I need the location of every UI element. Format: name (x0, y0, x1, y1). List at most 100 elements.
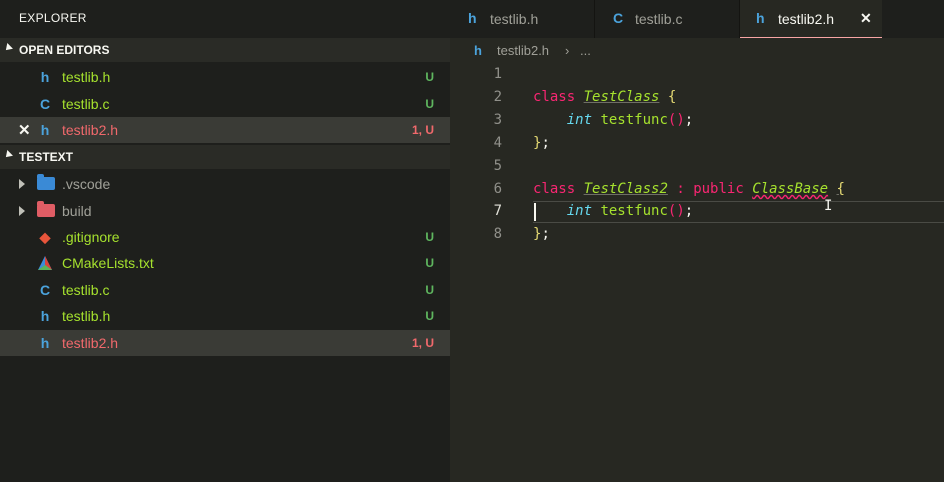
code-line: int testfunc(); (533, 112, 693, 128)
line-number: 6 (493, 181, 502, 197)
vscode-folder-icon (37, 174, 55, 190)
paren: () (667, 203, 685, 219)
access-specifier: public (693, 181, 744, 197)
file-item[interactable]: h testlib.h U (0, 303, 450, 329)
breadcrumb-symbols[interactable]: ... (580, 43, 591, 58)
cmake-icon (37, 255, 53, 271)
h-file-icon: h (40, 308, 50, 324)
close-icon[interactable]: ✕ (18, 121, 31, 139)
vscode-window: EXPLORER OPEN EDITORS h testlib.h U C te… (0, 0, 944, 482)
function-name: testfunc (600, 203, 668, 219)
problem-status-badge: 1, U (411, 336, 434, 350)
file-name: .gitignore (62, 229, 120, 245)
h-file-icon: h (756, 10, 765, 26)
folder-item[interactable]: .vscode (0, 171, 450, 197)
line-number: 3 (493, 112, 502, 128)
tab-label: testlib2.h (778, 11, 835, 27)
open-editors-header[interactable]: OPEN EDITORS (0, 38, 450, 62)
class-name: TestClass2 (583, 181, 668, 197)
open-editor-item[interactable]: C testlib.c U (0, 91, 450, 117)
keyword: class (533, 89, 576, 105)
file-item[interactable]: ◆ .gitignore U (0, 224, 450, 250)
h-file-icon: h (474, 43, 482, 58)
tab-testlib2-h[interactable]: h testlib2.h ✕ (740, 0, 882, 38)
tab-label: testlib.c (635, 11, 683, 27)
text-cursor (534, 203, 536, 221)
open-editor-item-active[interactable]: ✕ h testlib2.h 1, U (0, 117, 450, 143)
c-file-icon: C (39, 96, 51, 112)
breadcrumb: h testlib2.h › ... (450, 38, 944, 64)
code-line: class TestClass2 : public ClassBase { (533, 181, 845, 197)
expanded-chevron-icon (3, 150, 13, 160)
explorer-sidebar: EXPLORER OPEN EDITORS h testlib.h U C te… (0, 0, 450, 482)
h-file-icon: h (40, 122, 50, 138)
type: int (566, 112, 593, 128)
git-status-badge: U (425, 256, 434, 270)
file-name: testlib2.h (62, 122, 119, 138)
git-status-badge: U (425, 97, 434, 111)
workspace-folder-label: TESTEXT (19, 150, 74, 164)
function-name: testfunc (600, 112, 668, 128)
semicolon: ; (684, 112, 694, 128)
tab-label: testlib.h (490, 11, 539, 27)
class-name: TestClass (583, 89, 660, 105)
semicolon: ; (541, 135, 550, 151)
problem-status-badge: 1, U (411, 123, 434, 137)
type: int (566, 203, 593, 219)
file-item[interactable]: CMakeLists.txt U (0, 250, 450, 276)
line-number: 2 (493, 89, 502, 105)
h-file-icon: h (40, 69, 50, 85)
git-status-badge: U (425, 283, 434, 297)
build-folder-icon (37, 201, 55, 217)
line-number-current: 7 (493, 203, 502, 219)
ibeam-cursor-icon: Ι (824, 198, 833, 214)
file-name: testlib.h (62, 308, 111, 324)
folder-item[interactable]: build (0, 198, 450, 224)
code-line: }; (533, 135, 550, 151)
code-line-current: int testfunc(); (533, 203, 693, 219)
collapsed-chevron-icon[interactable] (19, 206, 25, 216)
semicolon: ; (541, 226, 550, 242)
file-name: testlib.c (62, 96, 110, 112)
tab-testlib-h[interactable]: h testlib.h (450, 0, 595, 38)
code-editor[interactable]: 1 2 3 4 5 6 7 8 class TestClass { int te… (450, 64, 944, 482)
folder-name: build (62, 203, 92, 219)
line-number: 5 (493, 158, 502, 174)
line-number: 4 (493, 135, 502, 151)
file-name: testlib2.h (62, 335, 119, 351)
line-number: 1 (493, 66, 502, 82)
line-number: 8 (493, 226, 502, 242)
explorer-title: EXPLORER (19, 11, 87, 25)
c-file-icon: C (39, 282, 51, 298)
keyword: class (533, 181, 576, 197)
paren: () (667, 112, 685, 128)
code-line: class TestClass { (533, 89, 676, 105)
git-status-badge: U (425, 230, 434, 244)
c-file-icon: C (613, 10, 624, 26)
workspace-folder-header[interactable]: TESTEXT (0, 145, 450, 169)
open-editor-item[interactable]: h testlib.h U (0, 64, 450, 90)
collapsed-chevron-icon[interactable] (19, 179, 25, 189)
semicolon: ; (684, 203, 694, 219)
file-name: testlib.c (62, 282, 110, 298)
folder-name: .vscode (62, 176, 111, 192)
breadcrumb-file[interactable]: testlib2.h (497, 43, 549, 58)
git-status-badge: U (425, 70, 434, 84)
file-name: CMakeLists.txt (62, 255, 154, 271)
open-editors-label: OPEN EDITORS (19, 43, 110, 57)
tab-testlib-c[interactable]: C testlib.c (595, 0, 740, 38)
brace: { (667, 89, 677, 105)
chevron-right-icon: › (565, 43, 570, 58)
editor-tab-bar: h testlib.h C testlib.c h testlib2.h ✕ (450, 0, 944, 38)
brace: { (836, 181, 845, 197)
h-file-icon: h (40, 335, 50, 351)
git-icon: ◆ (39, 229, 51, 245)
close-icon[interactable]: ✕ (860, 10, 872, 27)
h-file-icon: h (468, 10, 477, 26)
file-item[interactable]: C testlib.c U (0, 277, 450, 303)
base-class-error: ClassBase (752, 181, 829, 197)
file-item-selected[interactable]: h testlib2.h 1, U (0, 330, 450, 356)
code-line: }; (533, 226, 550, 242)
expanded-chevron-icon (3, 43, 13, 53)
git-status-badge: U (425, 309, 434, 323)
